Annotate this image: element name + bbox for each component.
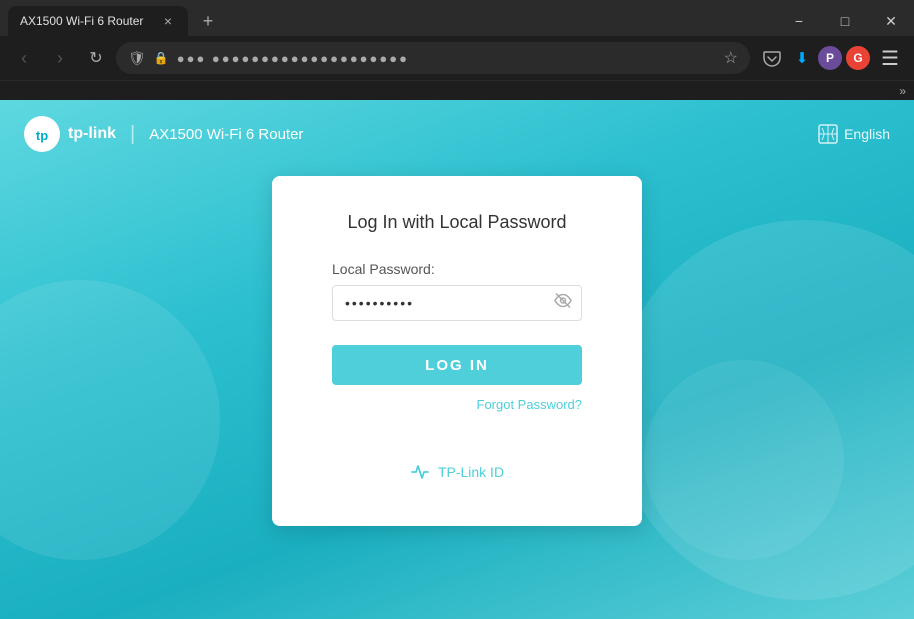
- pocket-account-icon[interactable]: P: [818, 46, 842, 70]
- download-icon[interactable]: ⬇: [788, 44, 816, 72]
- lock-icon: 🔒: [154, 51, 169, 65]
- login-card: Log In with Local Password Local Passwor…: [272, 176, 642, 526]
- refresh-button[interactable]: ↻: [80, 42, 112, 74]
- language-selector[interactable]: English: [818, 124, 890, 144]
- google-account-icon[interactable]: G: [846, 46, 870, 70]
- login-card-wrapper: Log In with Local Password Local Passwor…: [0, 168, 914, 526]
- language-icon: [818, 124, 838, 144]
- tp-link-id-icon: [410, 462, 430, 482]
- page-content: tp tp-link | AX1500 Wi-Fi 6 Router Engli…: [0, 100, 914, 619]
- minimize-button[interactable]: −: [776, 3, 822, 39]
- browser-chrome: AX1500 Wi-Fi 6 Router × + − □ ✕ ‹ › ↻ 🛡 …: [0, 0, 914, 100]
- page-header: tp tp-link | AX1500 Wi-Fi 6 Router Engli…: [0, 100, 914, 168]
- tp-link-id-label: TP-Link ID: [438, 464, 504, 480]
- forgot-password-link[interactable]: Forgot Password?: [332, 397, 582, 412]
- password-input-wrapper: [332, 285, 582, 321]
- toolbar-icons: ⬇ P G ☰: [758, 42, 906, 74]
- eye-toggle-icon[interactable]: [554, 292, 572, 315]
- language-label: English: [844, 126, 890, 142]
- url-text: ●●● ●●●●●●●●●●●●●●●●●●●●: [177, 51, 716, 66]
- tab-bar: AX1500 Wi-Fi 6 Router × + − □ ✕: [0, 0, 914, 36]
- tp-link-logo: tp: [24, 116, 60, 152]
- active-tab[interactable]: AX1500 Wi-Fi 6 Router ×: [8, 6, 188, 36]
- shield-icon: 🛡: [128, 50, 146, 67]
- svg-text:tp: tp: [36, 128, 48, 143]
- password-input[interactable]: [332, 285, 582, 321]
- tp-link-id-section[interactable]: TP-Link ID: [332, 462, 582, 482]
- tab-close-icon[interactable]: ×: [160, 13, 176, 29]
- router-name: AX1500 Wi-Fi 6 Router: [149, 126, 303, 143]
- bookmark-icon[interactable]: ☆: [724, 48, 738, 68]
- pocket-icon[interactable]: [758, 44, 786, 72]
- login-title: Log In with Local Password: [332, 212, 582, 233]
- url-bar[interactable]: 🛡 🔒 ●●● ●●●●●●●●●●●●●●●●●●●● ☆: [116, 42, 750, 74]
- new-tab-button[interactable]: +: [196, 9, 220, 33]
- maximize-button[interactable]: □: [822, 3, 868, 39]
- expand-toolbar-button[interactable]: »: [899, 84, 906, 98]
- window-controls: − □ ✕: [776, 3, 914, 39]
- extra-bar: »: [0, 80, 914, 100]
- back-button[interactable]: ‹: [8, 42, 40, 74]
- login-button[interactable]: LOG IN: [332, 345, 582, 385]
- password-form-group: Local Password:: [332, 261, 582, 321]
- forward-button[interactable]: ›: [44, 42, 76, 74]
- address-bar: ‹ › ↻ 🛡 🔒 ●●● ●●●●●●●●●●●●●●●●●●●● ☆ ⬇ P…: [0, 36, 914, 80]
- close-button[interactable]: ✕: [868, 3, 914, 39]
- brand-name: tp-link: [68, 125, 116, 143]
- brand-divider: |: [130, 123, 135, 146]
- menu-button[interactable]: ☰: [874, 42, 906, 74]
- brand: tp tp-link | AX1500 Wi-Fi 6 Router: [24, 116, 303, 152]
- tab-title: AX1500 Wi-Fi 6 Router: [20, 14, 152, 28]
- password-label: Local Password:: [332, 261, 582, 277]
